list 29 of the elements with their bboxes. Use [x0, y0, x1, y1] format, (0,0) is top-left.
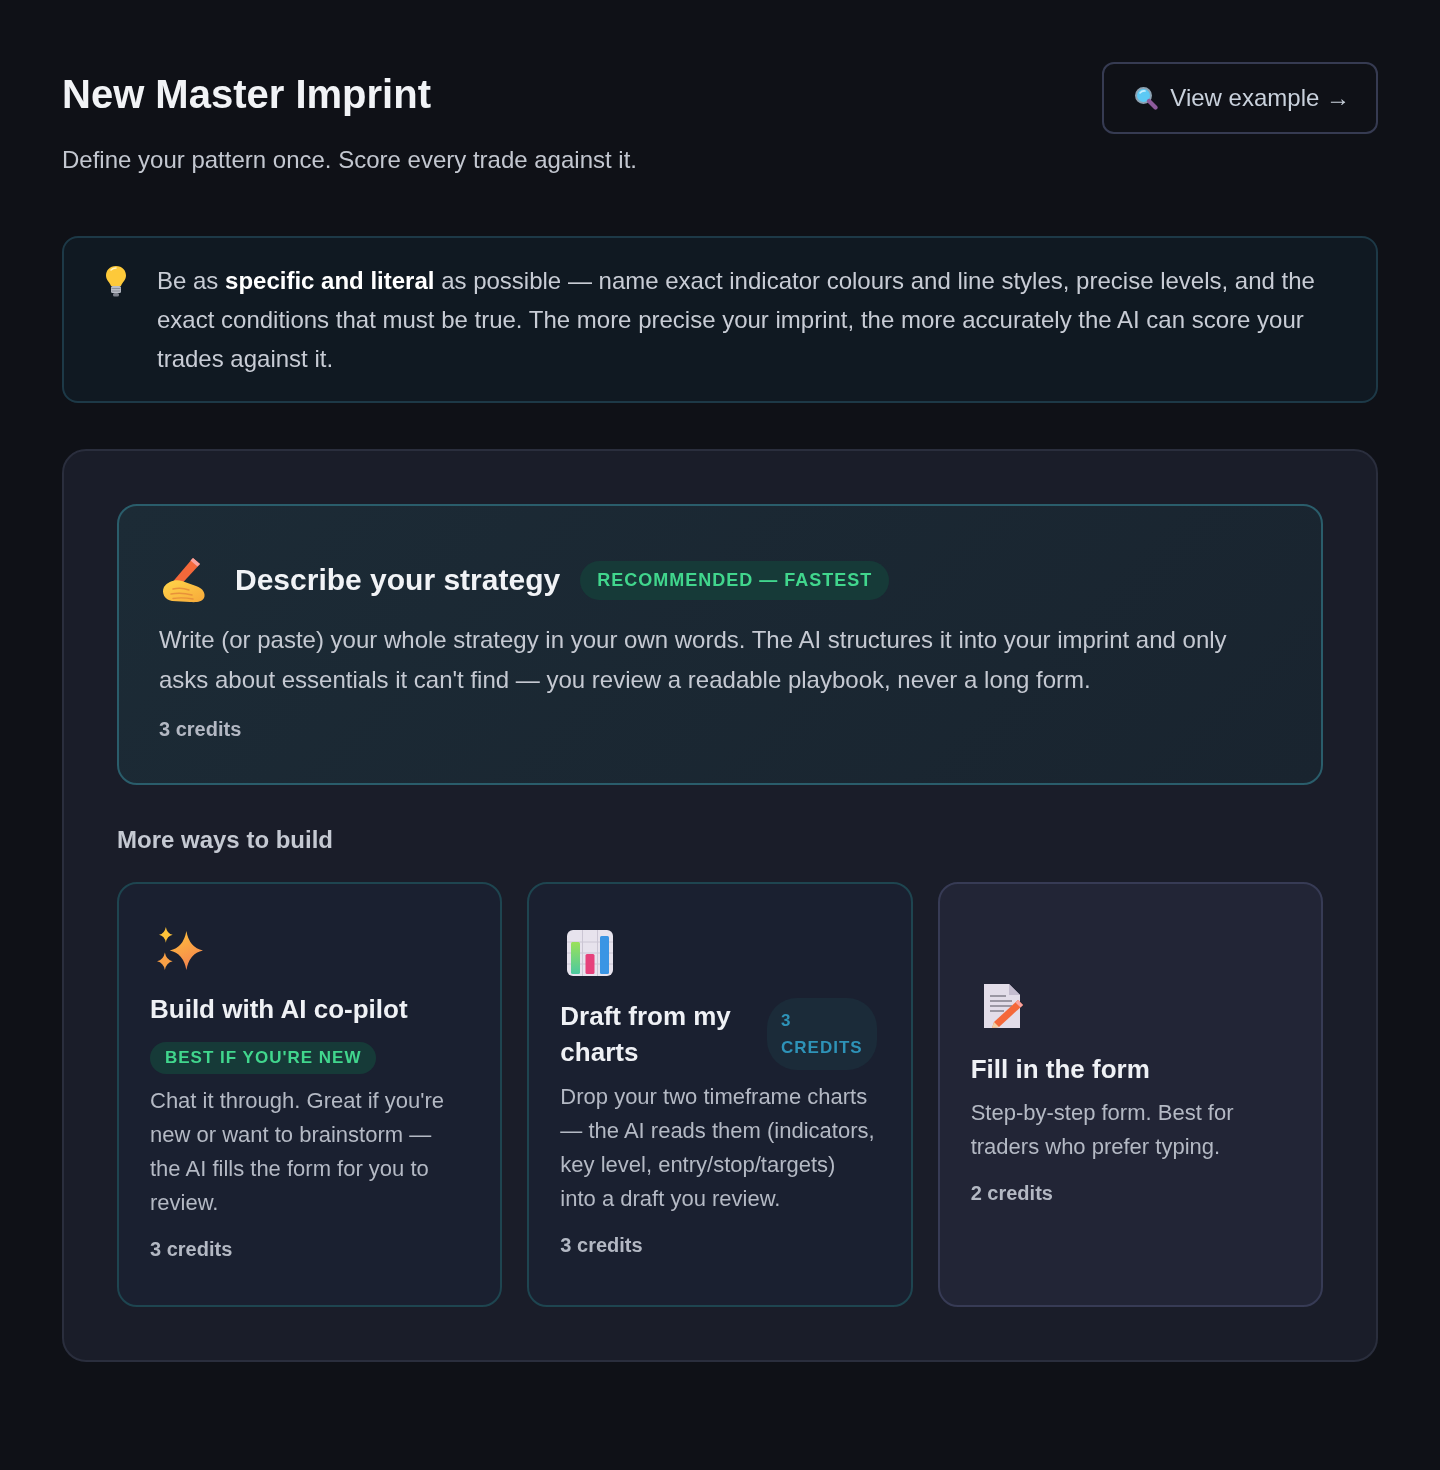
bar-chart-icon	[567, 930, 614, 976]
credits-badge: 3 CREDITS	[767, 998, 877, 1070]
option-card[interactable]: Draft from my charts 3 CREDITS Drop your two timeframe charts — the AI reads them (indicators, key level, entry/stop/targets) into a draft you review. 3 credits	[527, 882, 913, 1307]
option-description: Chat it through. Great if you're new or want to brainstorm — the AI fills the form for you to review.	[150, 1086, 445, 1217]
option-description: Step-by-step form. Best for traders who prefer typing.	[970, 1099, 1235, 1161]
strategy-option-card[interactable]	[117, 504, 1323, 785]
tag-badge: BEST IF YOU'RE NEW	[150, 1041, 377, 1074]
sparkle-icon	[157, 926, 204, 970]
option-description: Write (or paste) your whole strategy in your own words. The AI structures it into your imprint and only asks about essentials it can't find — you review a readable playbook, never a long form.	[159, 625, 1228, 695]
credit-cost: 3 credits	[150, 1236, 233, 1262]
page-title: New Master Imprint	[62, 71, 432, 118]
option-title: Fill in the form	[970, 1053, 1150, 1086]
page-subtitle: Define your pattern once. Score every trade against it.	[62, 145, 637, 175]
tip-text: Be as specific and literal as possible — name exact indicator colours and line styles, precise levels, and the exact conditions that must be true. The more precise your imprint, the more accurately the AI can score your trades against it.	[157, 266, 1316, 374]
credit-cost: 3 credits	[560, 1233, 643, 1258]
option-title: Describe your strategy	[235, 562, 561, 598]
lightbulb-icon	[104, 265, 128, 297]
option-card[interactable]: Fill in the form Step-by-step form. Best for traders who prefer typing. 2 credits	[937, 882, 1323, 1307]
view-example-button[interactable]: View example →	[1102, 62, 1378, 134]
option-card[interactable]: Build with AI co-pilot BEST IF YOU'RE NEW Chat it through. Great if you're new or want to brainstorm — the AI fills the form for you to review. 3 credits	[117, 882, 503, 1307]
document-pencil-icon	[981, 982, 1024, 1030]
credit-cost: 3 credits	[159, 717, 243, 742]
tag-badge: RECOMMENDED — FASTEST	[580, 560, 890, 600]
option-title: Build with AI co-pilot	[150, 992, 408, 1026]
option-description: Drop your two timeframe charts — the AI reads them (indicators, key level, entry/stop/targets) into a draft you review.	[560, 1083, 876, 1213]
search-icon	[1134, 86, 1159, 110]
section-heading: More ways to build	[117, 825, 335, 855]
credit-cost: 2 credits	[970, 1181, 1053, 1206]
option-title: Draft from my charts	[560, 1000, 732, 1069]
